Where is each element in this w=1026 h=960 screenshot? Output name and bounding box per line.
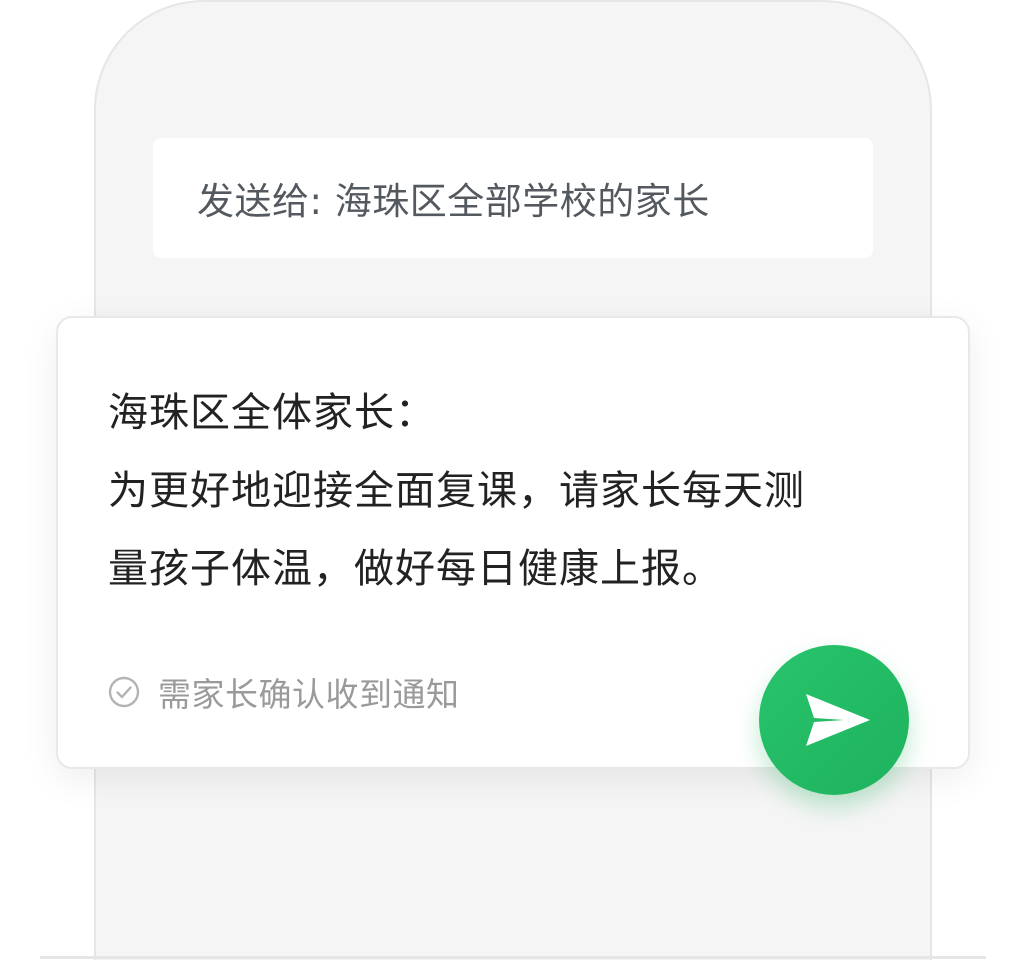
message-body[interactable]: 海珠区全体家长： 为更好地迎接全面复课，请家长每天测 量孩子体温，做好每日健康上…: [108, 374, 908, 608]
notification-composer: 发送给: 海珠区全部学校的家长 海珠区全体家长： 为更好地迎接全面复课，请家长每…: [0, 0, 1026, 960]
message-line: 量孩子体温，做好每日健康上报。: [108, 546, 723, 592]
confirmation-label: 需家长确认收到通知: [158, 675, 460, 714]
check-circle-icon: [108, 676, 140, 708]
message-line: 为更好地迎接全面复课，请家长每天测: [108, 468, 805, 514]
bottom-divider: [40, 956, 986, 959]
recipient-field[interactable]: 发送给: 海珠区全部学校的家长: [153, 138, 873, 258]
send-icon: [804, 692, 872, 748]
recipient-label: 发送给: 海珠区全部学校的家长: [197, 180, 710, 223]
send-button[interactable]: [759, 645, 909, 795]
message-greeting: 海珠区全体家长：: [108, 390, 436, 436]
confirmation-toggle[interactable]: 需家长确认收到通知: [108, 670, 460, 714]
